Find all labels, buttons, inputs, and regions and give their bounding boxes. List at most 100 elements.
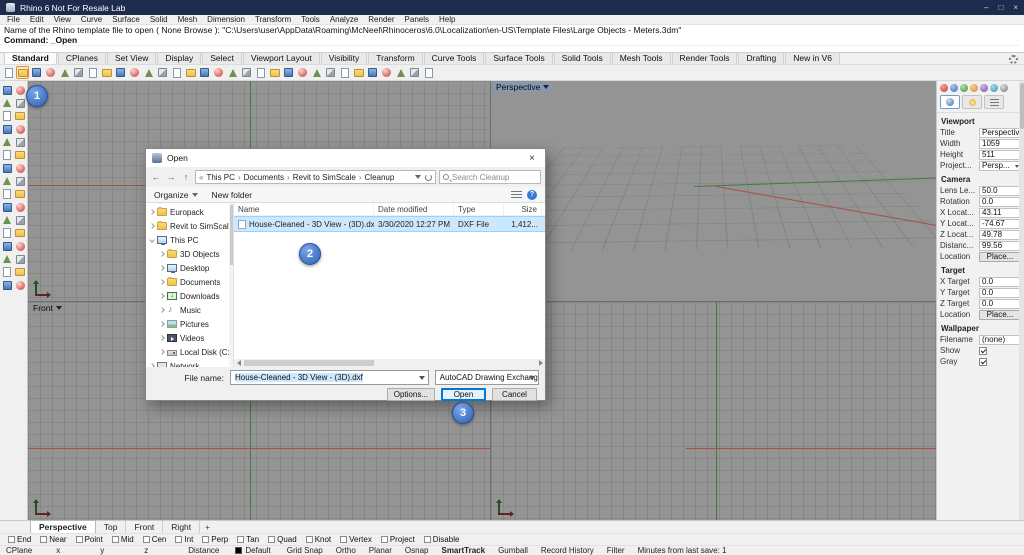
up-icon[interactable]: ↑	[180, 172, 192, 182]
toggle-grid-snap[interactable]: Grid Snap	[287, 546, 323, 555]
toolbar-tab-cplanes[interactable]: CPlanes	[57, 52, 106, 64]
toolbar-tab-surface-tools[interactable]: Surface Tools	[485, 52, 553, 64]
nav-item-downloads[interactable]: Downloads	[146, 289, 233, 303]
view-mode-icon[interactable]	[511, 190, 522, 199]
prop-dropdown[interactable]: Persp...	[979, 160, 1021, 171]
nav-item-this-pc[interactable]: This PC	[146, 233, 233, 247]
command-history[interactable]: Name of the Rhino template file to open …	[0, 25, 1024, 53]
loft-icon[interactable]	[14, 253, 26, 265]
layers-icon[interactable]	[394, 66, 407, 79]
help-panel-icon[interactable]	[1000, 84, 1008, 92]
nav-item-pictures[interactable]: Pictures	[146, 317, 233, 331]
scroll-right-icon[interactable]	[536, 359, 545, 367]
osnap-tan[interactable]: Tan	[237, 535, 259, 544]
menu-panels[interactable]: Panels	[400, 15, 434, 24]
toggle-planar[interactable]: Planar	[369, 546, 392, 555]
file-row[interactable]: House-Cleaned - 3D View - (3D).dxf 3/30/2…	[234, 216, 545, 232]
object-properties-icon[interactable]	[408, 66, 421, 79]
horizontal-scrollbar[interactable]	[234, 359, 545, 367]
breadcrumb-this-pc[interactable]: This PC	[206, 173, 234, 182]
menu-transform[interactable]: Transform	[250, 15, 296, 24]
split-icon[interactable]	[14, 136, 26, 148]
toggle-smarttrack[interactable]: SmartTrack	[441, 546, 485, 555]
text-icon[interactable]	[1, 240, 13, 252]
nav-item-documents[interactable]: Documents	[146, 275, 233, 289]
zoom-window-icon[interactable]	[170, 66, 183, 79]
boolean-icon[interactable]	[1, 279, 13, 291]
chamfer-icon[interactable]	[14, 162, 26, 174]
save-icon[interactable]	[30, 66, 43, 79]
orient-icon[interactable]	[14, 123, 26, 135]
column-header-size[interactable]: Size	[504, 203, 542, 215]
column-header-name[interactable]: Name	[234, 203, 374, 215]
search-input[interactable]: Search Cleanup	[439, 170, 541, 184]
viewport-tab-right[interactable]: Right	[163, 521, 201, 533]
scale-object-icon[interactable]	[282, 66, 295, 79]
cut-icon[interactable]	[58, 66, 71, 79]
osnap-project[interactable]: Project	[380, 535, 415, 544]
scale-icon[interactable]	[1, 110, 13, 122]
move-icon[interactable]	[240, 66, 253, 79]
refresh-icon[interactable]	[425, 173, 432, 181]
libraries-panel-icon[interactable]	[990, 84, 998, 92]
prop-value-field[interactable]: 50.0	[979, 185, 1021, 196]
osnap-int[interactable]: Int	[175, 535, 193, 544]
mirror-object-icon[interactable]	[296, 66, 309, 79]
nav-item-3d-objects[interactable]: 3D Objects	[146, 247, 233, 261]
organize-button[interactable]: Organize	[154, 190, 198, 200]
trim-icon[interactable]	[324, 66, 337, 79]
forward-icon[interactable]: →	[165, 172, 177, 182]
prop-value-field[interactable]: 0.0	[979, 287, 1021, 298]
delete-icon[interactable]	[128, 66, 141, 79]
toolbar-tab-select[interactable]: Select	[202, 52, 242, 64]
zoom-extents-icon[interactable]	[156, 66, 169, 79]
circle-icon[interactable]	[1, 201, 13, 213]
toggle-gumball[interactable]: Gumball	[498, 546, 528, 555]
toolbar-tab-set-view[interactable]: Set View	[106, 52, 157, 64]
menu-render[interactable]: Render	[363, 15, 399, 24]
toggle-ortho[interactable]: Ortho	[336, 546, 356, 555]
ellipse-icon[interactable]	[1, 227, 13, 239]
osnap-quad[interactable]: Quad	[268, 535, 297, 544]
back-icon[interactable]: ←	[150, 172, 162, 182]
nav-item-network[interactable]: Network	[146, 359, 233, 367]
fillet-icon[interactable]	[1, 162, 13, 174]
viewport-title-perspective[interactable]: Perspective	[493, 82, 553, 92]
file-type-select[interactable]: AutoCAD Drawing Exchange (*...	[434, 370, 539, 385]
arc-icon[interactable]	[14, 201, 26, 213]
toolbar-tab-curve-tools[interactable]: Curve Tools	[423, 52, 485, 64]
current-layer-chip[interactable]: Default	[235, 546, 271, 555]
extrude-icon[interactable]	[1, 266, 13, 278]
join-icon[interactable]	[1, 149, 13, 161]
menu-view[interactable]: View	[49, 15, 76, 24]
help-icon[interactable]	[422, 66, 435, 79]
trim-icon[interactable]	[1, 136, 13, 148]
menu-analyze[interactable]: Analyze	[325, 15, 363, 24]
prop-button[interactable]: Place...	[979, 309, 1021, 320]
scroll-left-icon[interactable]	[234, 359, 243, 367]
cplane-toggle[interactable]: CPlane	[6, 546, 32, 555]
rotate-object-icon[interactable]	[268, 66, 281, 79]
open-button[interactable]: Open	[441, 387, 486, 401]
named-views-icon[interactable]	[212, 66, 225, 79]
offset-icon[interactable]	[1, 175, 13, 187]
viewport-tab-front[interactable]: Front	[126, 521, 164, 533]
dimension-icon[interactable]	[14, 240, 26, 252]
cancel-button[interactable]: Cancel	[492, 387, 537, 401]
file-name-input[interactable]: House-Cleaned - 3D View - (3D).dxf	[230, 370, 429, 385]
prop-value-field[interactable]: -74.67	[979, 218, 1021, 229]
light-properties-tab[interactable]	[962, 95, 982, 109]
mirror-icon[interactable]	[14, 110, 26, 122]
maximize-icon[interactable]: □	[998, 3, 1003, 12]
address-bar[interactable]: « This PC › Documents › Revit to SimScale › Cl…	[195, 170, 436, 184]
split-icon[interactable]	[338, 66, 351, 79]
chevron-down-icon[interactable]	[416, 371, 428, 384]
group-icon[interactable]	[352, 66, 365, 79]
redo-icon[interactable]	[114, 66, 127, 79]
rotate-icon[interactable]	[14, 97, 26, 109]
new-file-icon[interactable]	[2, 66, 15, 79]
osnap-point[interactable]: Point	[75, 535, 103, 544]
polyline-icon[interactable]	[14, 188, 26, 200]
nav-item-videos[interactable]: Videos	[146, 331, 233, 345]
minimize-icon[interactable]: –	[984, 3, 988, 12]
